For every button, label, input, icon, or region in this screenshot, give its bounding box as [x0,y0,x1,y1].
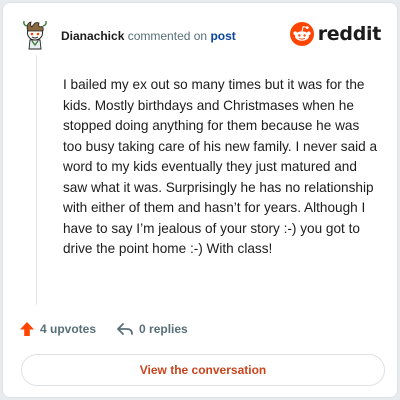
post-link[interactable]: post [210,29,235,43]
reddit-logo-icon [289,22,314,46]
reply-button[interactable]: 0 replies [116,321,188,337]
comment-header: Dianachick commented on post reddit [21,19,383,53]
view-conversation-button[interactable]: View the conversation [21,354,385,386]
comment-body: I bailed my ex out so many times but it … [63,77,378,256]
reddit-brand[interactable]: reddit [289,21,382,47]
username-link[interactable]: Dianachick [61,29,124,43]
comment-actions: 4 upvotes 0 replies [19,319,188,339]
upvote-count: 4 upvotes [40,322,97,336]
comment-card: Dianachick commented on post reddit I ba… [2,2,398,398]
reply-count: 0 replies [139,322,188,336]
user-avatar-icon[interactable] [21,19,49,51]
upvote-arrow-icon [20,322,34,336]
brand-name: reddit [317,23,382,45]
upvote-button[interactable]: 4 upvotes [19,321,96,337]
comment-byline: Dianachick commented on post [61,29,236,43]
byline-action-text: commented on [127,29,208,43]
thread-line [36,55,37,305]
reply-arrow-icon [117,323,133,335]
